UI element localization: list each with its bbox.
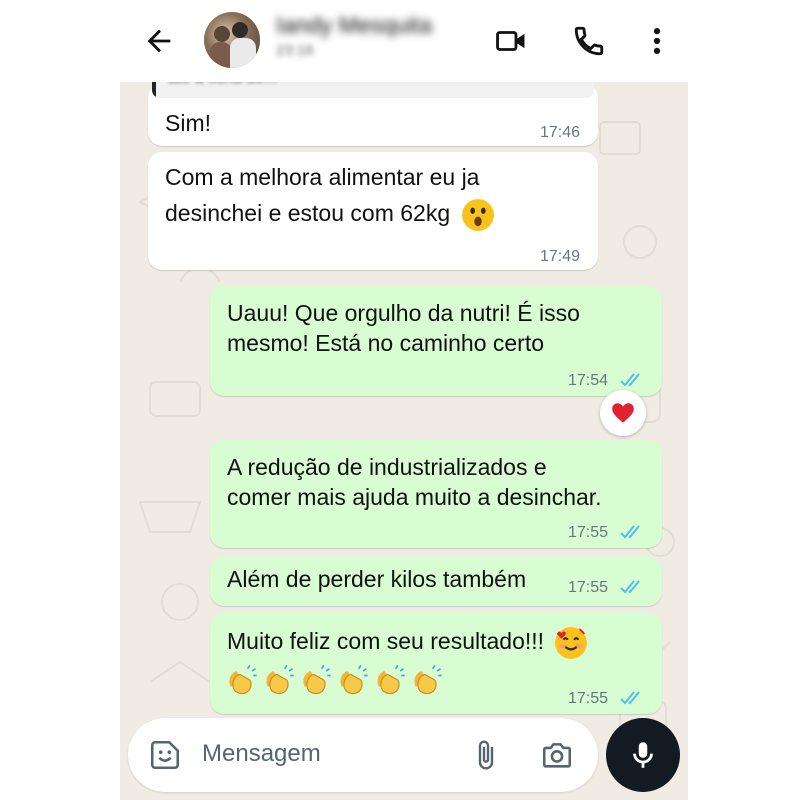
message-time: 17:55 <box>568 524 609 541</box>
more-vert-icon[interactable] <box>640 24 674 58</box>
contact-info[interactable]: Iandy Mesquita 23:16 <box>276 12 476 68</box>
message-line: mesmo! Está no caminho certo <box>227 330 545 356</box>
message-line: Com a melhora alimentar eu ja <box>165 164 480 190</box>
outgoing-message[interactable]: Uauu! Que orgulho da nutri! É isso mesmo… <box>210 286 662 396</box>
mic-button[interactable] <box>606 718 680 792</box>
clapping-hands-emoji <box>303 664 331 695</box>
message-time: 17:55 <box>568 690 609 707</box>
sticker-icon[interactable] <box>148 738 182 772</box>
phone-icon[interactable] <box>572 24 606 58</box>
message-time: 17:49 <box>540 248 581 265</box>
message-time: 17:54 <box>568 372 609 389</box>
red-heart-icon <box>612 403 634 423</box>
back-arrow-icon[interactable] <box>142 24 176 58</box>
message-line: desinchei e estou com 62kg <box>165 200 451 226</box>
message-line: A redução de industrializados e <box>227 454 547 480</box>
message-text: Sim! <box>165 110 211 136</box>
message-line: Uauu! Que orgulho da nutri! É isso <box>227 300 580 326</box>
clapping-hands-emoji <box>229 664 257 695</box>
clapping-hands-emoji <box>266 664 294 695</box>
mic-icon <box>633 742 653 768</box>
contact-status: 23:16 <box>276 42 314 59</box>
contact-name: Iandy Mesquita <box>276 12 432 38</box>
outgoing-message[interactable]: Além de perder kilos também 17:55 <box>210 556 662 606</box>
camera-icon[interactable] <box>540 738 574 772</box>
incoming-message[interactable]: Com a melhora alimentar eu ja desinchei … <box>148 152 598 270</box>
chat-header: Iandy Mesquita 23:16 <box>120 0 688 82</box>
read-ticks-icon <box>620 525 640 539</box>
outgoing-message[interactable]: A redução de industrializados e comer ma… <box>210 440 662 548</box>
smiling-face-with-hearts-emoji <box>555 626 589 659</box>
message-line: comer mais ajuda muito a desinchar. <box>227 484 602 510</box>
message-input[interactable]: Mensagem <box>202 740 321 768</box>
read-ticks-icon <box>620 580 640 594</box>
astonished-face-emoji <box>461 198 494 231</box>
clapping-hands-emoji <box>377 664 405 695</box>
attach-icon[interactable] <box>470 738 502 772</box>
message-time: 17:46 <box>540 124 581 141</box>
message-time: 17:55 <box>568 579 609 596</box>
video-call-icon[interactable] <box>494 24 528 58</box>
message-text: Muito feliz com seu resultado!!! <box>227 628 545 654</box>
outgoing-message[interactable]: Muito feliz com seu resultado!!! 17:55 <box>210 612 662 714</box>
reaction-badge[interactable] <box>600 390 646 436</box>
read-ticks-icon <box>620 373 640 387</box>
message-text: Além de perder kilos também <box>227 566 527 592</box>
clapping-hands-emoji <box>414 664 442 695</box>
avatar[interactable] <box>204 12 260 68</box>
message-composer[interactable]: Mensagem <box>128 718 598 792</box>
clapping-hands-emoji <box>340 664 368 695</box>
read-ticks-icon <box>620 691 640 705</box>
